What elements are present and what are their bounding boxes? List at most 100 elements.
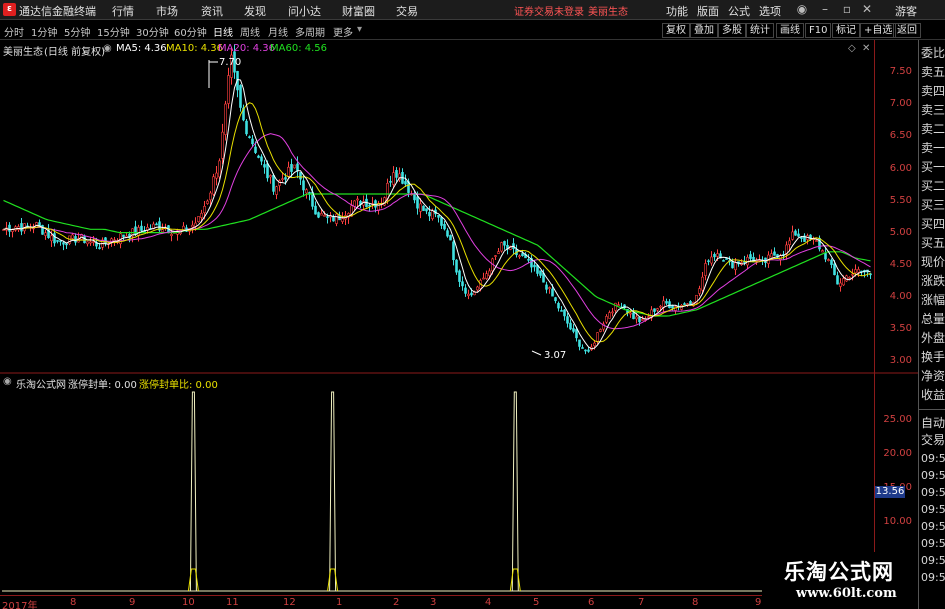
candle-body: [710, 256, 713, 264]
candle-body: [707, 260, 710, 263]
settings-dot-icon[interactable]: ◉: [103, 43, 112, 54]
candle-body: [374, 200, 377, 208]
candle-body: [560, 310, 563, 312]
candle-body: [455, 259, 458, 273]
candle-body: [635, 316, 638, 320]
candle-body: [53, 233, 56, 244]
candle-body: [296, 163, 299, 171]
tick-time: 09:53: [921, 571, 945, 584]
kline-chart[interactable]: [0, 0, 945, 609]
side-item: 总量: [921, 312, 945, 326]
low-marker-arrow: [531, 350, 542, 356]
candle-body: [224, 103, 227, 135]
ma60-label: MA60: 4.56: [270, 43, 328, 54]
candle-body: [203, 206, 206, 214]
candle-body: [467, 293, 470, 296]
diamond-icon[interactable]: ◇: [848, 43, 856, 54]
candle-body: [326, 216, 329, 218]
y-tick: 7.50: [889, 66, 912, 77]
candle-body: [356, 198, 359, 201]
candle-body: [773, 251, 776, 256]
candle-body: [20, 223, 23, 232]
candle-body: [581, 347, 584, 349]
indicator-spike-base: [509, 568, 521, 592]
candle-body: [836, 275, 839, 285]
candle-body: [683, 303, 686, 305]
candle-body: [485, 273, 488, 279]
side-item: 买四: [921, 217, 945, 231]
candle-body: [731, 261, 734, 269]
ma5-line: [3, 78, 871, 350]
candle-body: [209, 192, 212, 201]
candle-body: [494, 255, 497, 257]
candle-body: [500, 242, 503, 252]
candle-body: [395, 170, 398, 178]
candle-body: [851, 273, 854, 276]
indicator-name: 乐淘公式网: [16, 380, 66, 391]
candle-body: [488, 270, 491, 276]
candle-body: [257, 155, 260, 158]
date-tick: 12: [283, 597, 296, 608]
date-tick: 2017年: [2, 601, 38, 609]
candle-body: [539, 270, 542, 276]
candle-body: [191, 224, 194, 228]
y-tick: 5.50: [889, 195, 912, 206]
candle-body: [332, 216, 335, 222]
candle-body: [227, 75, 230, 104]
candle-body: [839, 282, 842, 287]
candle-body: [833, 263, 836, 276]
stock-name: 美丽生态: [3, 47, 43, 58]
candle-body: [461, 281, 464, 287]
indicator-field-1: 涨停封单: 0.00: [68, 380, 137, 391]
candle-body: [161, 229, 164, 233]
candle-body: [815, 240, 818, 242]
side-item: 委比: [921, 46, 945, 60]
candle-body: [572, 328, 575, 332]
side-item: 买五: [921, 236, 945, 250]
candle-body: [527, 258, 530, 261]
candle-body: [260, 156, 263, 162]
side-item: 卖四: [921, 84, 945, 98]
candle-body: [608, 312, 611, 319]
candle-body: [248, 136, 251, 138]
candle-body: [464, 287, 467, 294]
tick-time: 09:53: [921, 554, 945, 567]
candle-body: [134, 226, 137, 235]
candle-body: [74, 236, 77, 243]
y-axis-separator: [874, 40, 875, 595]
candle-body: [92, 241, 95, 243]
indicator-dot-icon[interactable]: ◉: [3, 376, 12, 387]
candle-body: [476, 286, 479, 291]
candle-body: [575, 329, 578, 339]
candle-body: [551, 288, 554, 297]
candle-body: [206, 200, 209, 204]
candle-body: [200, 212, 203, 218]
side-item: 买三: [921, 198, 945, 212]
ma20-label: MA20: 4.36: [218, 43, 276, 54]
auto-trade-tab[interactable]: 自动: [921, 414, 945, 431]
candle-body: [218, 160, 221, 178]
low-price-label: 3.07: [544, 350, 567, 361]
y-tick: 4.50: [889, 259, 912, 270]
candle-body: [713, 254, 716, 258]
candle-body: [497, 251, 500, 254]
indicator-field-2: 涨停封单比: 0.00: [139, 380, 218, 391]
candle-body: [215, 172, 218, 179]
y-tick: 6.00: [889, 163, 912, 174]
candle-body: [563, 309, 566, 317]
candle-body: [413, 193, 416, 201]
panel-close-icon[interactable]: ✕: [862, 43, 870, 54]
tick-time: 09:53: [921, 503, 945, 516]
candle-body: [8, 224, 11, 232]
side-item: 换手: [921, 350, 945, 364]
candle-body: [830, 259, 833, 265]
candle-body: [605, 316, 608, 323]
candle-body: [458, 270, 461, 282]
candle-body: [290, 164, 293, 172]
candle-body: [197, 216, 200, 222]
candle-body: [686, 303, 689, 306]
indicator-y-tick: 10.00: [883, 516, 912, 527]
auto-trade-tab-2[interactable]: 交易: [921, 431, 945, 448]
candle-body: [137, 227, 140, 237]
tick-time: 09:53: [921, 486, 945, 499]
